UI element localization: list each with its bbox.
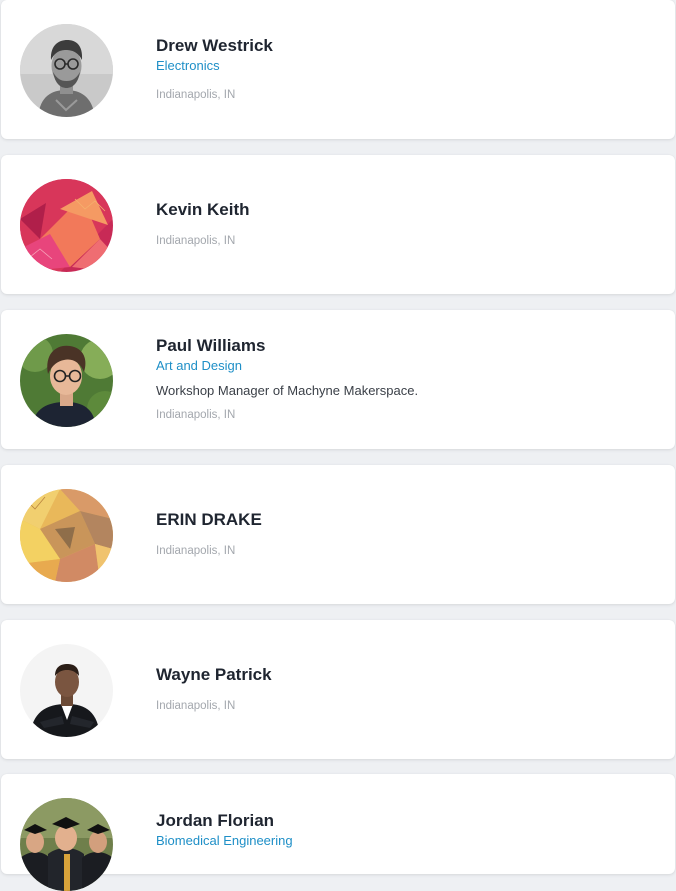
profile-info: ERIN DRAKE Indianapolis, IN <box>156 465 655 604</box>
profile-card[interactable]: Drew Westrick Electronics Indianapolis, … <box>1 0 675 139</box>
abstract-pattern-icon <box>20 489 113 582</box>
avatar[interactable] <box>20 179 113 272</box>
profile-name[interactable]: Kevin Keith <box>156 200 655 220</box>
profile-name[interactable]: Drew Westrick <box>156 36 655 56</box>
profile-location: Indianapolis, IN <box>156 545 236 557</box>
avatar[interactable] <box>20 644 113 737</box>
person-photo-icon <box>20 644 113 737</box>
profile-info: Jordan Florian Biomedical Engineering <box>156 774 655 874</box>
profile-card[interactable]: Paul Williams Art and Design Workshop Ma… <box>1 310 675 449</box>
profile-location: Indianapolis, IN <box>156 235 236 247</box>
profile-info: Kevin Keith Indianapolis, IN <box>156 155 655 294</box>
profile-name[interactable]: ERIN DRAKE <box>156 510 655 530</box>
profile-category[interactable]: Biomedical Engineering <box>156 832 655 849</box>
profile-info: Paul Williams Art and Design Workshop Ma… <box>156 310 655 449</box>
avatar[interactable] <box>20 24 113 117</box>
profile-card[interactable]: Wayne Patrick Indianapolis, IN <box>1 620 675 759</box>
person-photo-icon <box>20 24 113 117</box>
profile-info: Wayne Patrick Indianapolis, IN <box>156 620 655 759</box>
profile-location: Indianapolis, IN <box>156 700 236 712</box>
profile-bio: Workshop Manager of Machyne Makerspace. <box>156 383 419 398</box>
profile-info: Drew Westrick Electronics Indianapolis, … <box>156 0 655 139</box>
profile-card[interactable]: ERIN DRAKE Indianapolis, IN <box>1 465 675 604</box>
profile-card[interactable]: Jordan Florian Biomedical Engineering <box>1 774 675 891</box>
profile-name[interactable]: Wayne Patrick <box>156 665 655 685</box>
profile-name[interactable]: Jordan Florian <box>156 811 655 831</box>
profile-name[interactable]: Paul Williams <box>156 336 655 356</box>
profile-list: Drew Westrick Electronics Indianapolis, … <box>0 0 676 891</box>
profile-location: Indianapolis, IN <box>156 409 236 421</box>
profile-category[interactable]: Electronics <box>156 57 655 74</box>
avatar[interactable] <box>20 489 113 582</box>
abstract-pattern-icon <box>20 179 113 272</box>
person-photo-icon <box>20 334 113 427</box>
avatar[interactable] <box>20 798 113 891</box>
profile-category[interactable]: Art and Design <box>156 357 655 374</box>
profile-location: Indianapolis, IN <box>156 89 236 101</box>
group-photo-icon <box>20 798 113 891</box>
avatar[interactable] <box>20 334 113 427</box>
profile-card[interactable]: Kevin Keith Indianapolis, IN <box>1 155 675 294</box>
